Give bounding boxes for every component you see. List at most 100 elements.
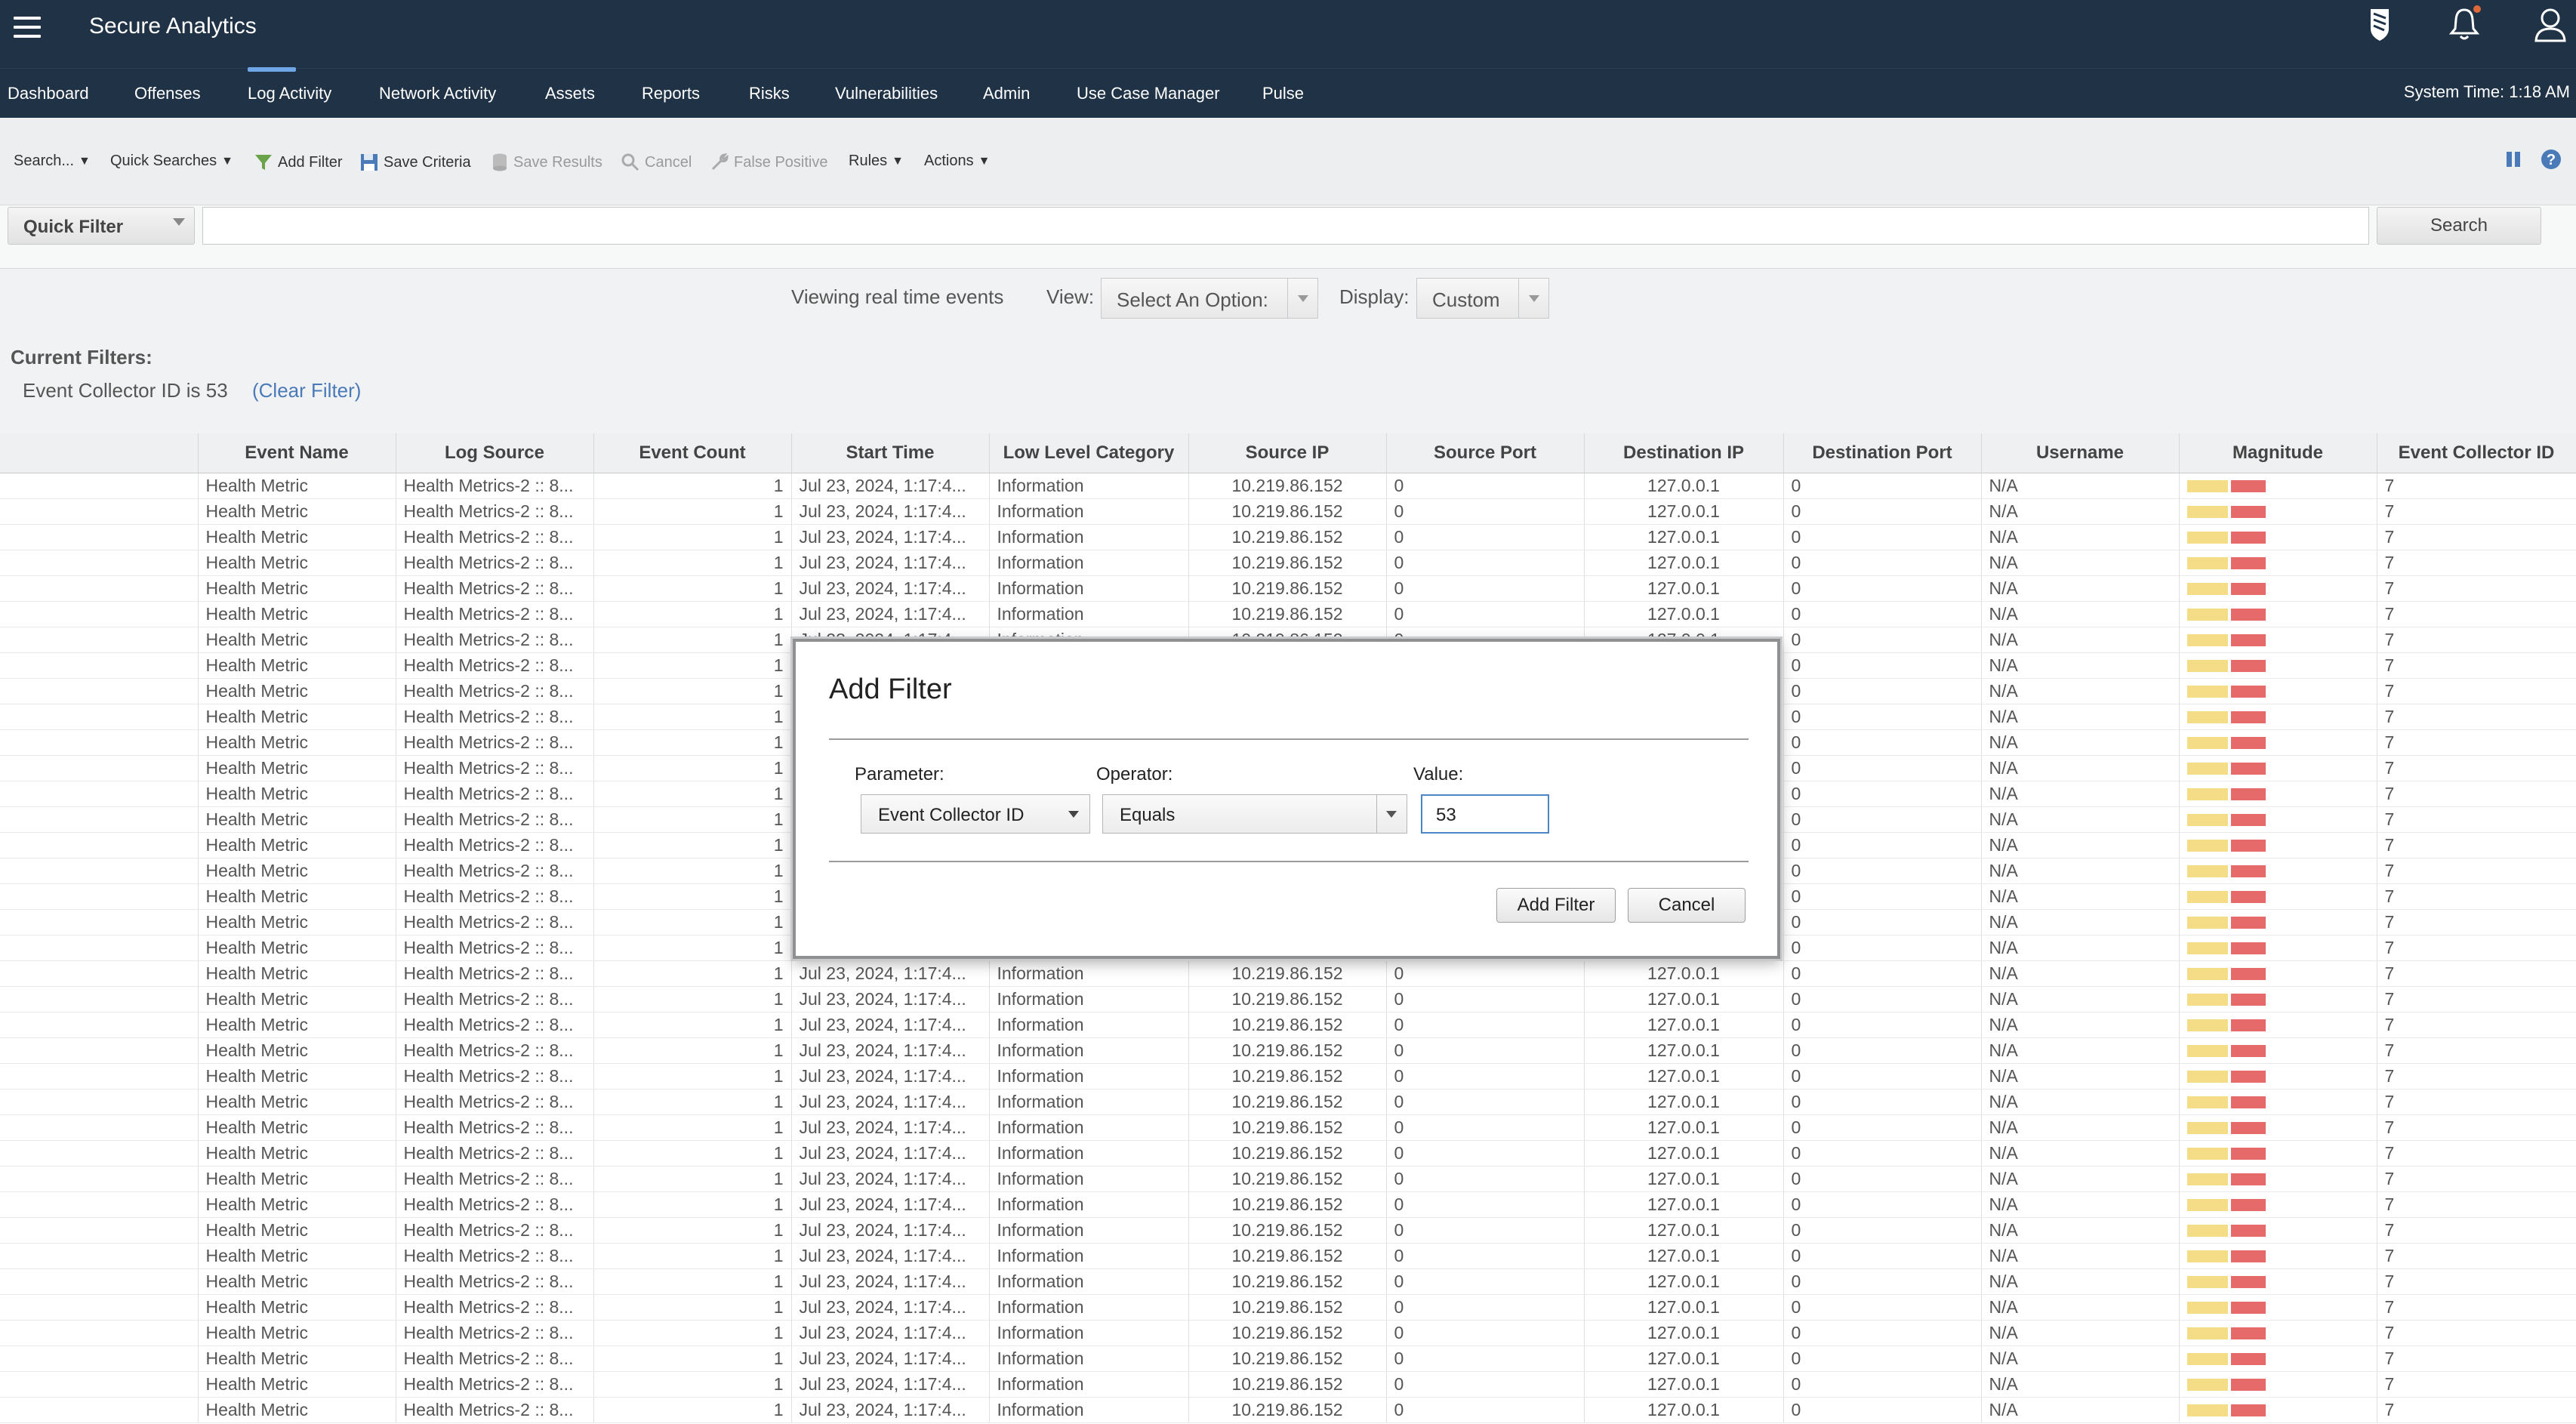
tab-pulse[interactable]: Pulse (1262, 84, 1304, 103)
event-name-cell: Health Metric (198, 729, 396, 756)
magnitude-bar-low (2186, 1404, 2228, 1417)
tab-dashboard[interactable]: Dashboard (8, 84, 89, 103)
tab-network-activity[interactable]: Network Activity (379, 84, 496, 103)
table-row[interactable]: Health MetricHealth Metrics-2 :: 8...1Ju… (0, 1294, 2576, 1321)
event-count-cell: 1 (593, 1012, 792, 1038)
rules-menu[interactable]: Rules ▼ (849, 153, 904, 170)
add-filter-submit-button[interactable]: Add Filter (1496, 888, 1616, 923)
column-header-select[interactable] (0, 433, 199, 473)
table-row[interactable]: Health MetricHealth Metrics-2 :: 8...1Ju… (0, 1037, 2576, 1064)
quick-filter-input[interactable] (202, 207, 2369, 245)
search-button[interactable]: Search (2377, 207, 2541, 245)
column-header-event-name[interactable]: Event Name (198, 433, 396, 473)
column-header-source-ip[interactable]: Source IP (1188, 433, 1387, 473)
event-name-cell: Health Metric (198, 524, 396, 550)
menu-icon[interactable] (14, 17, 41, 38)
column-header-low-level-category[interactable]: Low Level Category (989, 433, 1189, 473)
destination-port-cell: 0 (1783, 1191, 1982, 1218)
table-row[interactable]: Health MetricHealth Metrics-2 :: 8...1Ju… (0, 1166, 2576, 1192)
view-select[interactable]: Select An Option: (1101, 278, 1318, 319)
tab-vulnerabilities[interactable]: Vulnerabilities (835, 84, 938, 103)
quick-filter-select[interactable]: Quick Filter (8, 207, 195, 245)
table-row[interactable]: Health MetricHealth Metrics-2 :: 8...1Ju… (0, 1243, 2576, 1269)
column-header-start-time[interactable]: Start Time (791, 433, 990, 473)
table-row[interactable]: Health MetricHealth Metrics-2 :: 8...1Ju… (0, 1371, 2576, 1398)
search-menu[interactable]: Search... ▼ (14, 153, 91, 170)
table-row[interactable]: Health MetricHealth Metrics-2 :: 8...1Ju… (0, 1114, 2576, 1141)
table-row[interactable]: Health MetricHealth Metrics-2 :: 8...1Ju… (0, 550, 2576, 576)
false-positive-button[interactable]: False Positive (710, 153, 828, 172)
save-criteria-button[interactable]: Save Criteria (359, 153, 471, 172)
event-count-cell: 1 (593, 729, 792, 756)
magnitude-bar-low (2186, 711, 2228, 724)
parameter-label: Parameter: (855, 764, 944, 784)
quick-searches-menu[interactable]: Quick Searches ▼ (110, 153, 233, 170)
destination-port-cell: 0 (1783, 678, 1982, 704)
table-row[interactable]: Health MetricHealth Metrics-2 :: 8...1Ju… (0, 986, 2576, 1013)
log-source-cell: Health Metrics-2 :: 8... (396, 858, 594, 884)
tab-assets[interactable]: Assets (545, 84, 595, 103)
table-row[interactable]: Health MetricHealth Metrics-2 :: 8...1Ju… (0, 1191, 2576, 1218)
tab-log-activity[interactable]: Log Activity (248, 67, 331, 103)
table-row[interactable]: Health MetricHealth Metrics-2 :: 8...1Ju… (0, 960, 2576, 987)
display-select[interactable]: Custom (1416, 278, 1549, 319)
column-header-username[interactable]: Username (1981, 433, 2180, 473)
table-row[interactable]: Health MetricHealth Metrics-2 :: 8...1Ju… (0, 1268, 2576, 1295)
save-results-button[interactable]: Save Results (491, 153, 602, 172)
magnitude-bar-high (2230, 609, 2266, 621)
column-header-destination-ip[interactable]: Destination IP (1584, 433, 1784, 473)
table-row[interactable]: Health MetricHealth Metrics-2 :: 8...1Ju… (0, 498, 2576, 525)
table-row[interactable]: Health MetricHealth Metrics-2 :: 8...1Ju… (0, 1063, 2576, 1090)
column-header-source-port[interactable]: Source Port (1386, 433, 1585, 473)
tab-admin[interactable]: Admin (983, 84, 1030, 103)
add-filter-button[interactable]: Add Filter (254, 153, 343, 172)
table-row[interactable]: Health MetricHealth Metrics-2 :: 8...1Ju… (0, 1089, 2576, 1115)
magnitude-bar-low (2186, 634, 2228, 647)
tab-risks[interactable]: Risks (749, 84, 790, 103)
tab-offenses[interactable]: Offenses (134, 84, 201, 103)
column-header-event-collector-id[interactable]: Event Collector ID (2377, 433, 2576, 473)
table-row[interactable]: Health MetricHealth Metrics-2 :: 8...1Ju… (0, 601, 2576, 627)
column-header-destination-port[interactable]: Destination Port (1783, 433, 1982, 473)
table-row[interactable]: Health MetricHealth Metrics-2 :: 8...1Ju… (0, 1345, 2576, 1372)
main-nav: Dashboard Offenses Log Activity Network … (0, 67, 2576, 118)
username-cell: N/A (1981, 1320, 2180, 1346)
column-header-log-source[interactable]: Log Source (396, 433, 594, 473)
parameter-select[interactable]: Event Collector ID (861, 794, 1090, 834)
table-row[interactable]: Health MetricHealth Metrics-2 :: 8...1Ju… (0, 473, 2576, 499)
value-input[interactable]: 53 (1421, 794, 1549, 834)
column-header-magnitude[interactable]: Magnitude (2179, 433, 2377, 473)
tab-use-case-manager[interactable]: Use Case Manager (1077, 84, 1220, 103)
shield-icon[interactable] (2359, 3, 2401, 45)
table-row[interactable]: Health MetricHealth Metrics-2 :: 8...1Ju… (0, 1140, 2576, 1167)
magnitude-bar-high (2230, 506, 2266, 519)
cancel-toolbar-button[interactable]: Cancel (621, 153, 692, 172)
caret-down-icon: ▼ (978, 154, 991, 168)
start-time-cell: Jul 23, 2024, 1:17:4... (791, 1166, 990, 1192)
source-port-cell: 0 (1386, 1063, 1585, 1090)
event-count-cell: 1 (593, 883, 792, 910)
column-header-event-count[interactable]: Event Count (593, 433, 792, 473)
table-row[interactable]: Health MetricHealth Metrics-2 :: 8...1Ju… (0, 1217, 2576, 1244)
cancel-button[interactable]: Cancel (1628, 888, 1746, 923)
table-row[interactable]: Health MetricHealth Metrics-2 :: 8...1Ju… (0, 575, 2576, 602)
help-icon[interactable]: ? (2540, 148, 2562, 171)
low-level-category-cell: Information (989, 1345, 1189, 1372)
magnitude-bar-low (2186, 1250, 2228, 1263)
user-icon[interactable] (2529, 3, 2571, 45)
table-row[interactable]: Health MetricHealth Metrics-2 :: 8...1Ju… (0, 1012, 2576, 1038)
destination-ip-cell: 127.0.0.1 (1584, 1294, 1784, 1321)
actions-menu[interactable]: Actions ▼ (924, 153, 990, 170)
destination-port-cell: 0 (1783, 909, 1982, 935)
table-row[interactable]: Health MetricHealth Metrics-2 :: 8...1Ju… (0, 1397, 2576, 1423)
table-row[interactable]: Health MetricHealth Metrics-2 :: 8...1Ju… (0, 524, 2576, 550)
quick-filter-bar: Quick Filter Search (0, 205, 2576, 269)
pause-icon[interactable] (2502, 148, 2525, 171)
bell-icon[interactable] (2443, 3, 2485, 45)
operator-select[interactable]: Equals (1102, 794, 1407, 834)
table-row[interactable]: Health MetricHealth Metrics-2 :: 8...1Ju… (0, 1320, 2576, 1346)
low-level-category-cell: Information (989, 575, 1189, 602)
clear-filter-link[interactable]: (Clear Filter) (252, 379, 361, 402)
magnitude-bar-low (2186, 994, 2228, 1006)
tab-reports[interactable]: Reports (642, 84, 700, 103)
